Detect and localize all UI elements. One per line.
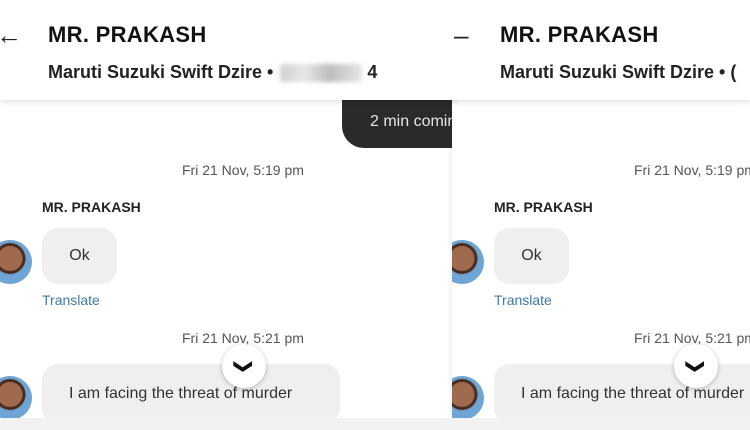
- driver-avatar[interactable]: [0, 240, 32, 284]
- chat-header: ← MR. PRAKASH Maruti Suzuki Swift Dzire …: [0, 0, 458, 100]
- driver-avatar[interactable]: [0, 376, 32, 420]
- chat-header: – MR. PRAKASH Maruti Suzuki Swift Dzire …: [452, 0, 750, 100]
- contact-name: MR. PRAKASH: [48, 22, 207, 47]
- message-list[interactable]: 2 min coming Fri 21 Nov, 5:19 pm MR. PRA…: [0, 100, 458, 430]
- scroll-down-button[interactable]: ❯: [674, 344, 718, 388]
- vehicle-info: Maruti Suzuki Swift Dzire • (: [500, 62, 736, 83]
- chat-screen-right: – MR. PRAKASH Maruti Suzuki Swift Dzire …: [452, 0, 750, 430]
- blurred-plate: [280, 64, 363, 83]
- bottom-input-strip: [0, 418, 750, 430]
- vehicle-suffix: (: [730, 62, 737, 82]
- driver-avatar[interactable]: [452, 240, 484, 284]
- contact-name: MR. PRAKASH: [500, 22, 659, 47]
- vehicle-label: Maruti Suzuki Swift Dzire •: [48, 62, 274, 82]
- incoming-message-bubble: Ok: [494, 228, 569, 284]
- outgoing-message-bubble: 2 min coming: [342, 100, 458, 148]
- chat-screen-left: ← MR. PRAKASH Maruti Suzuki Swift Dzire …: [0, 0, 458, 430]
- back-arrow-icon[interactable]: –: [454, 22, 468, 48]
- incoming-message-bubble: I am facing the threat of murder: [42, 364, 340, 424]
- sender-name: MR. PRAKASH: [494, 199, 593, 215]
- sender-name: MR. PRAKASH: [42, 199, 141, 215]
- vehicle-info: Maruti Suzuki Swift Dzire • 4: [48, 62, 377, 83]
- chevron-down-icon: ❯: [234, 358, 255, 374]
- driver-avatar[interactable]: [452, 376, 484, 420]
- chevron-down-icon: ❯: [686, 358, 707, 374]
- message-timestamp: Fri 21 Nov, 5:19 pm: [182, 162, 304, 178]
- translate-link[interactable]: Translate: [494, 292, 552, 308]
- scroll-down-button[interactable]: ❯: [222, 344, 266, 388]
- vehicle-suffix: 4: [367, 62, 378, 82]
- vehicle-label: Maruti Suzuki Swift Dzire •: [500, 62, 726, 82]
- message-list[interactable]: Fri 21 Nov, 5:19 pm MR. PRAKASH Ok Trans…: [452, 100, 750, 430]
- message-timestamp: Fri 21 Nov, 5:19 pm: [634, 162, 750, 178]
- translate-link[interactable]: Translate: [42, 292, 100, 308]
- back-arrow-icon[interactable]: ←: [0, 22, 22, 48]
- incoming-message-bubble: Ok: [42, 228, 117, 284]
